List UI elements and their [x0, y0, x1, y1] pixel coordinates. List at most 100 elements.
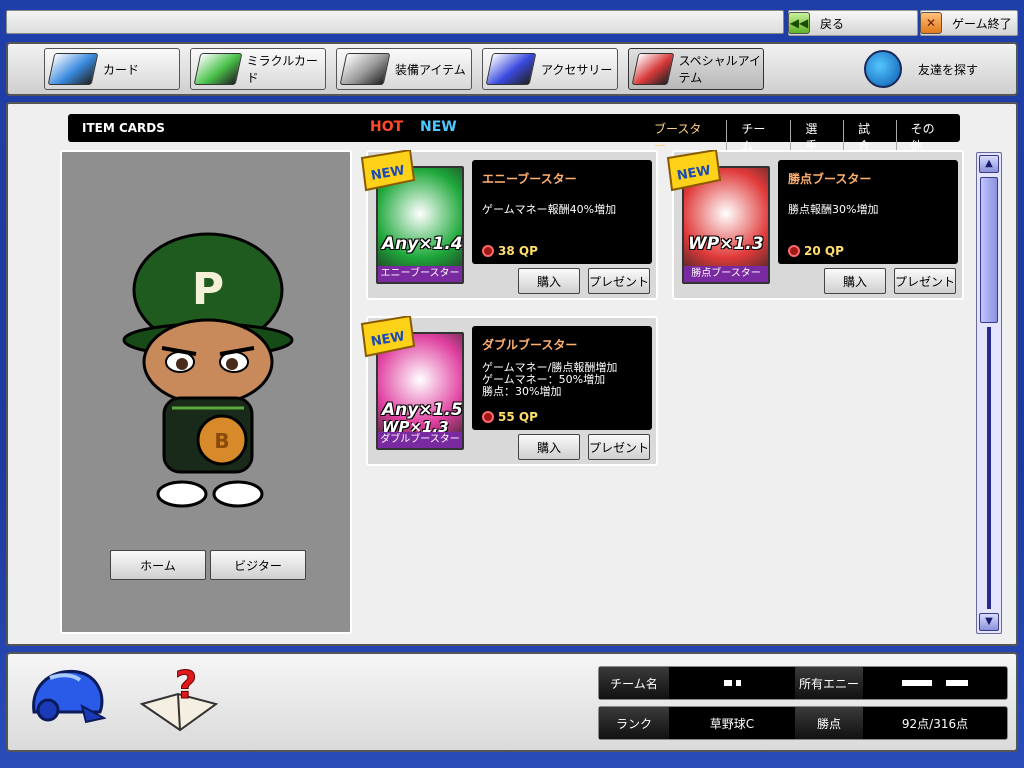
back-label: 戻る	[820, 16, 845, 31]
back-button[interactable]: ◀◀ 戻る	[788, 11, 918, 35]
player-avatar-icon: P B	[122, 232, 294, 508]
item-name: ダブルブースター	[482, 338, 578, 352]
tab-card[interactable]: カード	[44, 48, 180, 90]
category-bar: カード ミラクルカード 装備アイテム アクセサリー スペシャルアイテム 友達を探…	[6, 42, 1018, 96]
new-badge-icon: NEW	[360, 316, 416, 358]
item-scrollbar[interactable]: ▲ ▼	[976, 152, 1002, 634]
top-bar: ◀◀ 戻る ✕ ゲーム終了	[6, 8, 1018, 36]
cap-letter: P	[192, 264, 224, 315]
item-multiplier: WP×1.3	[688, 234, 764, 254]
points-value: 92点/316点	[901, 716, 969, 731]
hot-tab[interactable]: HOT	[370, 119, 403, 135]
tab-equipment[interactable]: 装備アイテム	[336, 48, 472, 90]
coin-icon	[788, 245, 800, 257]
tab-label: アクセサリー	[541, 62, 613, 77]
scroll-thumb[interactable]	[980, 177, 998, 323]
new-tab[interactable]: NEW	[420, 119, 457, 135]
filter-tabs: ブースター チーム 選手 試合 その他	[654, 120, 960, 154]
item-price: 55 QP	[482, 410, 538, 424]
gift-button[interactable]: プレゼント	[588, 434, 650, 460]
item-description: ゲームマネー/勝点報酬増加 ゲームマネー：50%増加 勝点：30%増加	[482, 361, 618, 398]
header-label: ITEM CARDS	[82, 121, 165, 135]
item-multiplier: Any×1.5	[382, 400, 463, 420]
gift-button[interactable]: プレゼント	[894, 268, 956, 294]
tab-label: スペシャルアイテム	[678, 54, 762, 85]
tab-special-item[interactable]: スペシャルアイテム	[628, 48, 764, 90]
item-card: Any×1.4 エニーブースター NEW エニーブースター ゲームマネー報酬40…	[360, 150, 658, 300]
find-friends-button[interactable]: 友達を探す	[864, 48, 1014, 90]
filter-player[interactable]: 選手	[790, 120, 843, 154]
scroll-track	[987, 327, 991, 609]
stats-row: ランク 草野球C 勝点 92点/316点	[598, 706, 1008, 740]
team-name-value	[669, 667, 795, 699]
coin-icon	[482, 245, 494, 257]
character-preview: P B ホーム ビジター	[60, 150, 352, 634]
svg-text:?: ?	[175, 664, 197, 707]
buy-button[interactable]: 購入	[518, 268, 580, 294]
filter-other[interactable]: その他	[895, 120, 960, 154]
item-name: 勝点ブースター	[788, 172, 872, 186]
filter-team[interactable]: チーム	[726, 120, 790, 154]
special-item-thumb-icon	[631, 53, 674, 85]
buy-button[interactable]: 購入	[518, 434, 580, 460]
team-stats: チーム名 所有エニー ランク 草野球C 勝点 92点/316点	[598, 666, 1008, 740]
gift-button[interactable]: プレゼント	[588, 268, 650, 294]
points-label: 勝点	[795, 707, 863, 739]
price-value: 38 QP	[498, 244, 538, 258]
item-caption: 勝点ブースター	[684, 266, 768, 282]
item-description: ゲームマネー報酬40%増加	[482, 203, 617, 216]
price-value: 55 QP	[498, 410, 538, 424]
visitor-label: ビジター	[234, 558, 282, 573]
home-button[interactable]: ホーム	[110, 550, 206, 580]
item-price: 38 QP	[482, 244, 538, 258]
rank-label: ランク	[599, 707, 669, 739]
item-description: 勝点報酬30%増加	[788, 203, 879, 216]
scroll-down-icon[interactable]: ▼	[979, 613, 999, 631]
item-info: 勝点ブースター 勝点報酬30%増加 20 QP	[778, 160, 958, 264]
title-field	[6, 10, 784, 34]
money-value	[863, 667, 1007, 699]
tab-accessory[interactable]: アクセサリー	[482, 48, 618, 90]
item-info: ダブルブースター ゲームマネー/勝点報酬増加 ゲームマネー：50%増加 勝点：3…	[472, 326, 652, 430]
item-caption: ダブルブースター	[378, 432, 462, 448]
exit-game-button[interactable]: ✕ ゲーム終了	[920, 11, 1018, 35]
item-header: ITEM CARDS HOT NEW ブースター チーム 選手 試合 その他	[68, 114, 960, 154]
main-panel: ITEM CARDS HOT NEW ブースター チーム 選手 試合 その他 P	[6, 102, 1018, 646]
friend-search-icon	[864, 50, 902, 88]
tab-label: カード	[103, 62, 140, 77]
new-badge-icon: NEW	[360, 150, 416, 192]
visitor-button[interactable]: ビジター	[210, 550, 306, 580]
status-panel: ? チーム名 所有エニー ランク 草野球C 勝点 92点/316点	[6, 652, 1018, 752]
coin-icon	[482, 411, 494, 423]
price-value: 20 QP	[804, 244, 844, 258]
item-card: WP×1.3 勝点ブースター NEW 勝点ブースター 勝点報酬30%増加 20 …	[666, 150, 964, 300]
miracle-card-thumb-icon	[193, 53, 242, 85]
rewind-icon: ◀◀	[788, 12, 810, 34]
scroll-up-icon[interactable]: ▲	[979, 155, 999, 173]
item-caption: エニーブースター	[378, 266, 462, 282]
card-thumb-icon	[47, 53, 99, 85]
item-info: エニーブースター ゲームマネー報酬40%増加 38 QP	[472, 160, 652, 264]
accessory-thumb-icon	[485, 53, 537, 85]
help-book-icon[interactable]: ?	[136, 664, 222, 734]
exit-label: ゲーム終了	[952, 16, 1012, 31]
tab-label: 装備アイテム	[395, 62, 466, 77]
item-name: エニーブースター	[482, 172, 577, 186]
money-label: 所有エニー	[795, 667, 863, 699]
item-price: 20 QP	[788, 244, 844, 258]
home-label: ホーム	[140, 558, 176, 573]
item-multiplier: Any×1.4	[382, 234, 463, 254]
stats-row: チーム名 所有エニー	[598, 666, 1008, 700]
new-badge-icon: NEW	[666, 150, 722, 192]
buy-button[interactable]: 購入	[824, 268, 886, 294]
filter-booster[interactable]: ブースター	[654, 120, 726, 154]
svg-text:B: B	[214, 429, 229, 453]
item-card: Any×1.5 WP×1.3 ダブルブースター NEW ダブルブースター ゲーム…	[360, 316, 658, 466]
tab-label: ミラクルカード	[246, 54, 318, 85]
friend-label: 友達を探す	[918, 62, 979, 77]
rank-value: 草野球C	[709, 716, 755, 731]
filter-match[interactable]: 試合	[843, 120, 896, 154]
tab-miracle-card[interactable]: ミラクルカード	[190, 48, 326, 90]
team-name-label: チーム名	[599, 667, 669, 699]
helmet-icon[interactable]	[26, 666, 106, 730]
